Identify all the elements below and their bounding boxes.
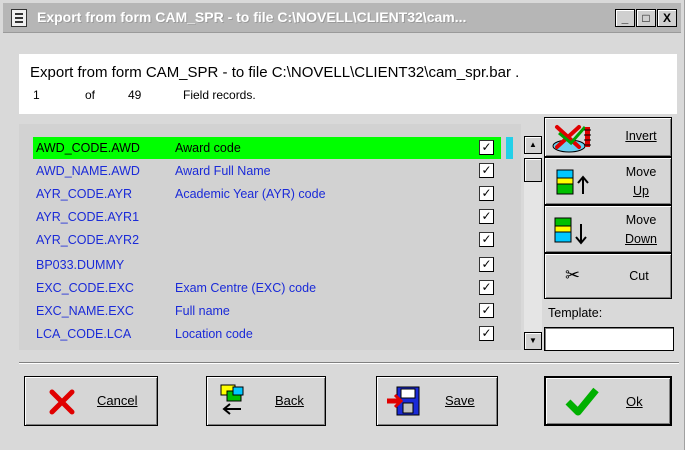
include-checkbox[interactable]: ✓ [479,140,494,155]
field-code: AWD_CODE.AWD [36,141,140,155]
move-up-icon [556,169,589,195]
include-checkbox[interactable]: ✓ [479,163,494,178]
include-checkbox[interactable]: ✓ [479,186,494,201]
cancel-button[interactable]: Cancel [24,376,158,426]
export-dialog: Export from form CAM_SPR - to file C:\NO… [0,0,685,450]
list-item[interactable]: AYR_CODE.AYR2 ✓ [33,229,511,251]
list-item[interactable]: AYR_CODE.AYR1 ✓ [33,206,511,228]
include-checkbox[interactable]: ✓ [479,303,494,318]
move-down-icon [554,217,587,245]
field-list[interactable]: AWD_CODE.AWD Award code ✓ AWD_NAME.AWD A… [19,124,521,350]
export-description: Export from form CAM_SPR - to file C:\NO… [30,64,520,81]
cut-label: Cut [629,269,649,283]
window-title: Export from form CAM_SPR - to file C:\NO… [37,9,467,25]
separator [19,362,679,363]
field-code: LCA_CODE.LCA [36,327,132,341]
list-scrollbar[interactable]: ▲ ▼ [524,136,542,350]
back-label: Back [275,393,304,408]
back-button[interactable]: Back [206,376,326,426]
move-up-label-line1: Move [625,165,657,179]
list-item[interactable]: EXC_CODE.EXC Exam Centre (EXC) code ✓ [33,277,511,299]
include-checkbox[interactable]: ✓ [479,326,494,341]
ok-label: Ok [626,394,643,409]
current-record: 1 [33,88,40,102]
cancel-icon [49,389,75,415]
ok-check-icon [565,387,599,416]
cancel-label: Cancel [97,393,138,408]
include-checkbox[interactable]: ✓ [479,280,494,295]
save-button[interactable]: Save [376,376,498,426]
include-checkbox[interactable]: ✓ [479,257,494,272]
field-code: AYR_CODE.AYR1 [36,210,140,224]
field-code: BP033.DUMMY [36,258,125,272]
field-description: Exam Centre (EXC) code [175,281,317,295]
list-item[interactable]: AYR_CODE.AYR Academic Year (AYR) code ✓ [33,183,511,205]
field-code: AYR_CODE.AYR [36,187,133,201]
title-bar[interactable]: Export from form CAM_SPR - to file C:\NO… [3,3,681,33]
of-label: of [85,88,96,102]
include-checkbox[interactable]: ✓ [479,209,494,224]
maximize-button[interactable]: □ [636,9,656,27]
template-label: Template: [548,306,603,320]
total-records: 49 [128,88,142,102]
invert-icon [552,125,591,153]
save-icon [387,386,420,416]
scroll-down-button[interactable]: ▼ [524,332,542,350]
app-menu-icon[interactable] [11,9,27,27]
list-item[interactable]: EXC_NAME.EXC Full name ✓ [33,300,511,322]
records-label: Field records. [183,88,256,102]
close-button[interactable]: X [657,9,677,27]
include-checkbox[interactable]: ✓ [479,232,494,247]
cut-button[interactable]: ✂ Cut [544,253,672,299]
field-description: Award code [175,141,241,155]
template-input[interactable] [544,327,674,351]
invert-label: Invert [625,129,657,143]
back-icon [220,384,244,415]
field-code: EXC_CODE.EXC [36,281,134,295]
export-header: Export from form CAM_SPR - to file C:\NO… [19,54,677,114]
list-item[interactable]: LCA_CODE.LCA Location code ✓ [33,323,511,345]
list-item[interactable]: BP033.DUMMY ✓ [33,254,511,276]
field-code: EXC_NAME.EXC [36,304,134,318]
move-down-label-line1: Move [625,213,657,227]
field-code: AYR_CODE.AYR2 [36,233,140,247]
move-up-button[interactable]: Move Up [544,157,672,205]
list-item[interactable]: AWD_NAME.AWD Award Full Name ✓ [33,160,511,182]
field-description: Full name [175,304,230,318]
save-label: Save [445,393,475,408]
ok-button[interactable]: Ok [544,376,672,426]
scroll-thumb[interactable] [524,158,542,182]
field-description: Location code [175,327,253,341]
move-down-button[interactable]: Move Down [544,205,672,253]
scissors-icon: ✂ [565,265,581,286]
scroll-up-button[interactable]: ▲ [524,136,542,154]
field-code: AWD_NAME.AWD [36,164,140,178]
field-description: Award Full Name [175,164,271,178]
move-down-label-line2: Down [625,232,657,246]
invert-button[interactable]: Invert [544,117,672,157]
field-description: Academic Year (AYR) code [175,187,326,201]
list-item[interactable]: AWD_CODE.AWD Award code ✓ [33,137,501,159]
minimize-button[interactable]: _ [615,9,635,27]
selection-marker [506,137,513,159]
move-up-label-line2: Up [633,184,649,198]
